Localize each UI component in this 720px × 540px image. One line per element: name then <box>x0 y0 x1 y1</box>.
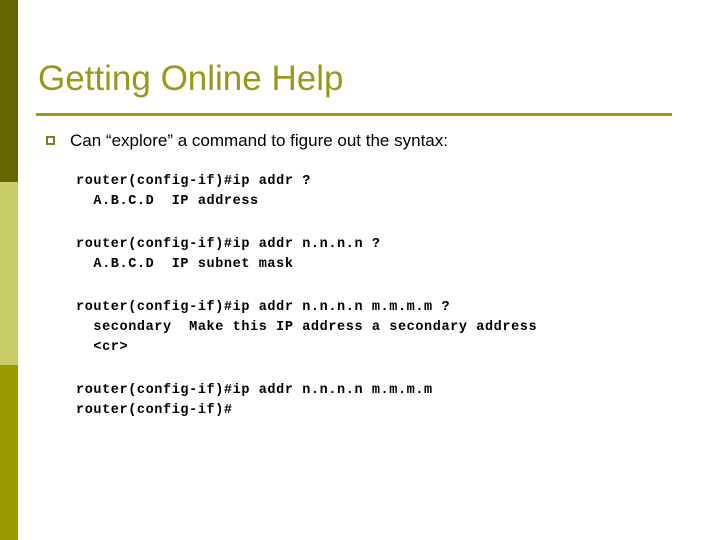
code-block: router(config-if)#ip addr n.n.n.n m.m.m.… <box>76 381 706 421</box>
code-line: router(config-if)# <box>76 403 233 418</box>
sidebar-band-top <box>0 0 18 182</box>
decorative-sidebar <box>0 0 18 540</box>
sidebar-band-bottom <box>0 365 18 540</box>
code-line: A.B.C.D IP address <box>76 194 259 209</box>
title-underline-rule <box>36 113 672 116</box>
code-block: router(config-if)#ip addr n.n.n.n m.m.m.… <box>76 298 706 358</box>
slide-title: Getting Online Help <box>38 59 344 98</box>
code-line: router(config-if)#ip addr ? <box>76 174 311 189</box>
code-block: router(config-if)#ip addr n.n.n.n ? A.B.… <box>76 235 706 275</box>
code-line: <cr> <box>76 340 129 355</box>
code-line: router(config-if)#ip addr n.n.n.n m.m.m.… <box>76 300 451 315</box>
code-line: secondary Make this IP address a seconda… <box>76 320 538 335</box>
code-line: router(config-if)#ip addr n.n.n.n m.m.m.… <box>76 383 433 398</box>
bullet-item-label: Can “explore” a command to figure out th… <box>70 131 448 150</box>
sidebar-band-middle <box>0 182 18 365</box>
code-block: router(config-if)#ip addr ? A.B.C.D IP a… <box>76 172 706 212</box>
code-line: A.B.C.D IP subnet mask <box>76 257 294 272</box>
bullet-item: Can “explore” a command to figure out th… <box>46 129 666 152</box>
code-blocks-container: router(config-if)#ip addr ? A.B.C.D IP a… <box>76 172 706 421</box>
square-bullet-icon <box>46 136 55 145</box>
slide-canvas: Getting Online Help Can “explore” a comm… <box>0 0 720 540</box>
code-line: router(config-if)#ip addr n.n.n.n ? <box>76 237 381 252</box>
